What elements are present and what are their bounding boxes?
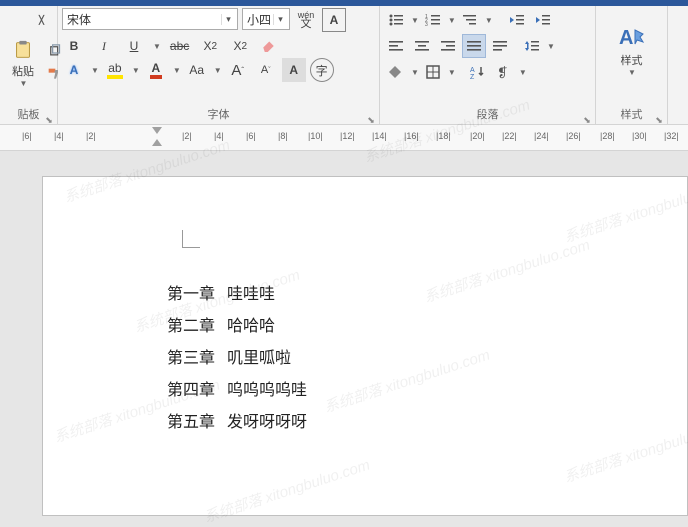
ruler-tick: |28| (600, 131, 615, 141)
dialog-launcher-icon[interactable]: ⬊ (654, 111, 664, 121)
ruler-tick: |4| (214, 131, 224, 141)
svg-text:❡: ❡ (497, 65, 508, 79)
svg-text:3: 3 (425, 22, 428, 27)
font-group-label: 字体 (208, 109, 230, 121)
ruler-tick: |6| (22, 131, 32, 141)
document-line: 第四章 呜呜呜呜哇 (167, 375, 307, 407)
ruler-tick: |16| (404, 131, 419, 141)
bullets-button[interactable] (384, 8, 408, 32)
subscript-button[interactable]: X2 (198, 34, 222, 58)
grow-font-button[interactable]: Aˆ (226, 58, 250, 82)
phonetic-guide-button[interactable]: wén 文 (294, 8, 318, 32)
horizontal-ruler[interactable]: |6| |4| |2| |2| |4| |6| |8| |10| |12| |14| |16| |18… (0, 125, 688, 151)
font-name-value: 宋体 (67, 11, 91, 28)
italic-button[interactable]: I (92, 34, 116, 58)
ruler-tick: |12| (340, 131, 355, 141)
ruler-tick: |22| (502, 131, 517, 141)
document-line: 第二章 哈哈哈 (167, 311, 307, 343)
ruler-tick: |2| (86, 131, 96, 141)
paragraph-group-label: 段落 (477, 109, 499, 121)
ruler-tick: |8| (278, 131, 288, 141)
cut-button[interactable] (29, 8, 53, 32)
highlight-button[interactable]: ab (103, 58, 127, 82)
ruler-tick: |32| (664, 131, 679, 141)
bold-button[interactable]: B (62, 34, 86, 58)
font-size-value: 小四 (247, 11, 271, 28)
clipboard-group-label: 贴板 (18, 109, 40, 121)
align-right-button[interactable] (436, 34, 460, 58)
text-effects-button[interactable]: A (62, 58, 86, 82)
decrease-indent-button[interactable] (505, 8, 529, 32)
eraser-button[interactable] (258, 34, 282, 58)
document-body: 第一章 哇哇哇第二章 哈哈哈第三章 叽里呱啦第四章 呜呜呜呜哇第五章 发呀呀呀呀 (167, 279, 307, 439)
align-left-button[interactable] (384, 34, 408, 58)
dialog-launcher-icon[interactable]: ⬊ (44, 111, 54, 121)
strikethrough-button[interactable]: abc (167, 34, 192, 58)
sort-button[interactable]: AZ (466, 60, 490, 84)
ruler-tick: |2| (182, 131, 192, 141)
distribute-button[interactable] (488, 34, 512, 58)
paste-label: 粘贴 (12, 63, 34, 79)
styles-button[interactable]: A 样式 ▼ (613, 21, 651, 81)
show-marks-button[interactable]: ❡ (492, 60, 516, 84)
shrink-font-button[interactable]: Aˇ (254, 58, 278, 82)
ruler-tick: |10| (308, 131, 323, 141)
char-border-button[interactable]: A (322, 8, 346, 32)
borders-button[interactable] (421, 60, 445, 84)
chevron-down-icon: ▼ (20, 79, 28, 88)
ruler-tick: |4| (54, 131, 64, 141)
styles-group-label: 样式 (621, 109, 643, 121)
ruler-tick: |24| (534, 131, 549, 141)
align-center-button[interactable] (410, 34, 434, 58)
svg-text:A: A (470, 67, 475, 74)
document-line: 第一章 哇哇哇 (167, 279, 307, 311)
line-spacing-button[interactable] (520, 34, 544, 58)
font-name-combo[interactable]: 宋体 ▾ (62, 8, 238, 30)
numbering-button[interactable]: 123 (421, 8, 445, 32)
chevron-down-icon: ▼ (628, 68, 636, 77)
svg-text:A: A (619, 27, 633, 49)
ruler-tick: |6| (246, 131, 256, 141)
cursor-mark-icon (182, 230, 200, 248)
char-shading-button[interactable]: A (282, 58, 306, 82)
shading-button[interactable] (384, 60, 408, 84)
multilevel-list-button[interactable] (458, 8, 482, 32)
chevron-down-icon: ▾ (273, 14, 287, 25)
chevron-down-icon: ▾ (221, 14, 235, 25)
document-canvas[interactable]: 第一章 哇哇哇第二章 哈哈哈第三章 叽里呱啦第四章 呜呜呜呜哇第五章 发呀呀呀呀 (42, 176, 688, 516)
document-line: 第三章 叽里呱啦 (167, 343, 307, 375)
paste-button[interactable]: 粘贴 ▼ (4, 32, 42, 92)
ruler-tick: |26| (566, 131, 581, 141)
svg-text:Z: Z (470, 74, 475, 79)
ruler-tick: |30| (632, 131, 647, 141)
increase-indent-button[interactable] (531, 8, 555, 32)
ruler-tick: |20| (470, 131, 485, 141)
document-line: 第五章 发呀呀呀呀 (167, 407, 307, 439)
justify-button[interactable] (462, 34, 486, 58)
underline-button[interactable]: U (122, 34, 146, 58)
styles-label: 样式 (621, 52, 643, 68)
ruler-tick: |18| (436, 131, 451, 141)
dialog-launcher-icon[interactable]: ⬊ (366, 111, 376, 121)
font-size-combo[interactable]: 小四 ▾ (242, 8, 290, 30)
dialog-launcher-icon[interactable]: ⬊ (582, 111, 592, 121)
font-color-button[interactable]: A (144, 58, 168, 82)
change-case-button[interactable]: Aa (185, 58, 209, 82)
ruler-tick: |14| (372, 131, 387, 141)
enclose-char-button[interactable]: 字 (310, 58, 334, 82)
superscript-button[interactable]: X2 (228, 34, 252, 58)
